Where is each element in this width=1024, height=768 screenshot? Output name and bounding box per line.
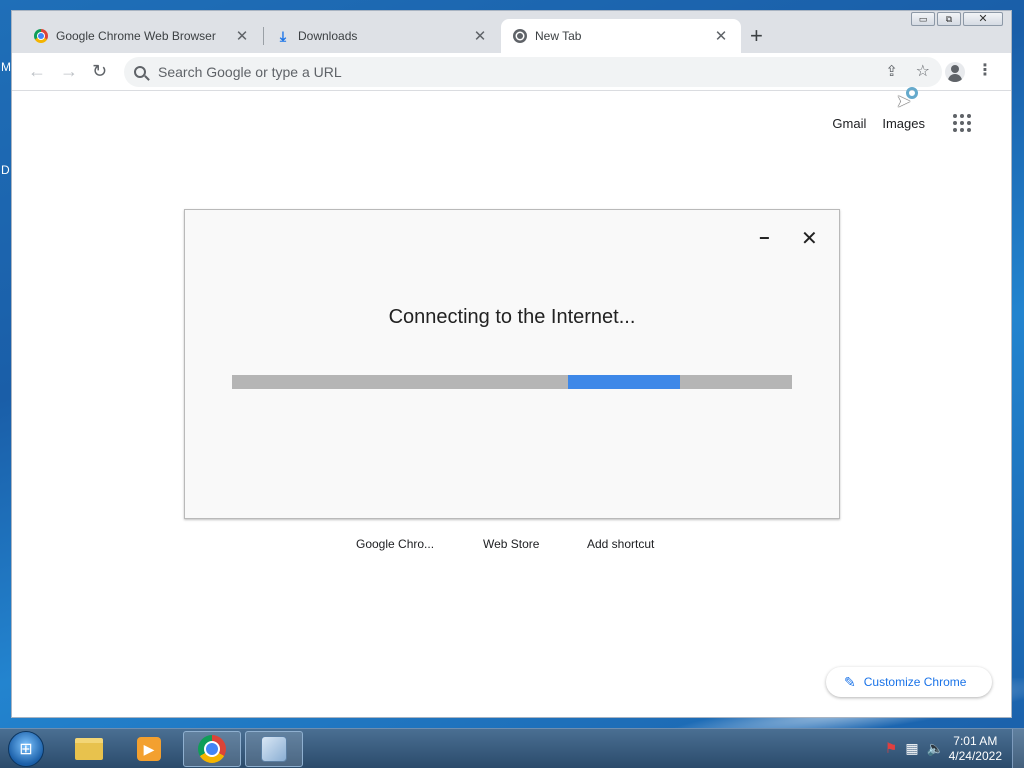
desktop-icon-label: M xyxy=(1,60,11,74)
omnibox[interactable]: ⇪ ☆ xyxy=(124,57,942,87)
customize-chrome-button[interactable]: ✎ Customize Chrome xyxy=(826,667,992,697)
back-button[interactable]: ← xyxy=(28,61,46,81)
tab-title: Google Chrome Web Browser xyxy=(56,29,216,43)
close-icon[interactable]: ✕ xyxy=(234,27,250,45)
search-icon xyxy=(134,66,146,78)
browser-toolbar: ← → ↻ ⇪ ☆ ⋮ xyxy=(12,53,1011,91)
system-tray: ⚑ ▦ 🔈 xyxy=(885,740,944,757)
clock-date: 4/24/2022 xyxy=(948,749,1002,763)
taskbar-clock[interactable]: 7:01 AM 4/24/2022 xyxy=(949,734,1002,764)
file-explorer-icon xyxy=(75,738,103,760)
network-icon[interactable]: ▦ xyxy=(905,740,918,757)
mouse-cursor-icon: ➤ xyxy=(896,91,912,111)
close-icon[interactable]: ✕ xyxy=(713,27,729,45)
action-center-flag-icon[interactable]: ⚑ xyxy=(885,740,898,757)
progress-bar-fill xyxy=(568,375,680,389)
forward-button[interactable]: → xyxy=(60,61,78,81)
close-window-button[interactable]: ✕ xyxy=(963,12,1003,26)
windows-start-icon[interactable]: ⊞ xyxy=(8,731,44,767)
new-tab-button[interactable]: + xyxy=(750,25,763,47)
progress-bar xyxy=(232,375,792,389)
share-icon[interactable]: ⇪ xyxy=(885,62,898,80)
tab-title: Downloads xyxy=(298,29,358,43)
taskbar: ⊞ ▶ ⚑ ▦ 🔈 7:01 AM 4/24/2022 xyxy=(0,728,1024,768)
shortcut-add[interactable]: Add shortcut xyxy=(587,537,654,551)
chrome-menu-icon[interactable]: ⋮ xyxy=(977,62,993,80)
images-link[interactable]: Images xyxy=(882,116,925,131)
dialog-minimize-button[interactable]: − xyxy=(759,228,770,249)
chrome-icon xyxy=(198,735,226,763)
media-player-icon: ▶ xyxy=(137,737,161,761)
dialog-message: Connecting to the Internet... xyxy=(388,306,636,328)
window-controls: ▭ ⧉ ✕ xyxy=(911,12,1003,26)
minimize-window-button[interactable]: ▭ xyxy=(911,12,935,26)
tab-downloads[interactable]: ⤓ Downloads ✕ xyxy=(264,19,500,53)
gmail-link[interactable]: Gmail xyxy=(832,116,866,131)
pencil-icon: ✎ xyxy=(844,673,856,690)
desktop-icon-label: D xyxy=(1,163,10,177)
bookmark-star-icon[interactable]: ☆ xyxy=(916,61,930,81)
chrome-icon xyxy=(34,29,48,43)
shortcut-google-chrome[interactable]: Google Chro... xyxy=(356,537,434,551)
tab-chrome-web-browser[interactable]: Google Chrome Web Browser ✕ xyxy=(12,19,262,53)
taskbar-installer[interactable] xyxy=(245,731,303,767)
tab-title: New Tab xyxy=(535,29,582,43)
volume-icon[interactable]: 🔈 xyxy=(927,740,944,757)
taskbar-file-explorer[interactable] xyxy=(60,731,118,767)
download-icon: ⤓ xyxy=(279,27,287,44)
taskbar-media-player[interactable]: ▶ xyxy=(120,731,178,767)
installer-dialog: − ✕ Connecting to the Internet... xyxy=(184,209,840,519)
close-icon[interactable]: ✕ xyxy=(472,27,488,45)
dialog-close-button[interactable]: ✕ xyxy=(801,226,818,251)
show-desktop-button[interactable] xyxy=(1012,729,1024,768)
customize-chrome-label: Customize Chrome xyxy=(863,675,967,689)
restore-window-button[interactable]: ⧉ xyxy=(937,12,961,26)
profile-avatar-icon[interactable] xyxy=(945,62,965,82)
google-apps-icon[interactable] xyxy=(953,114,971,132)
taskbar-chrome[interactable] xyxy=(183,731,241,767)
reload-button[interactable]: ↻ xyxy=(92,61,107,81)
clock-time: 7:01 AM xyxy=(953,734,998,748)
tab-new-tab[interactable]: New Tab ✕ xyxy=(501,19,741,53)
tab-strip: Google Chrome Web Browser ✕ ⤓ Downloads … xyxy=(12,11,1011,53)
address-input[interactable] xyxy=(158,64,838,80)
ntp-header-links: Gmail Images xyxy=(832,114,971,132)
shortcut-web-store[interactable]: Web Store xyxy=(483,537,539,551)
chrome-gray-icon xyxy=(513,29,527,43)
installer-icon xyxy=(261,736,287,762)
